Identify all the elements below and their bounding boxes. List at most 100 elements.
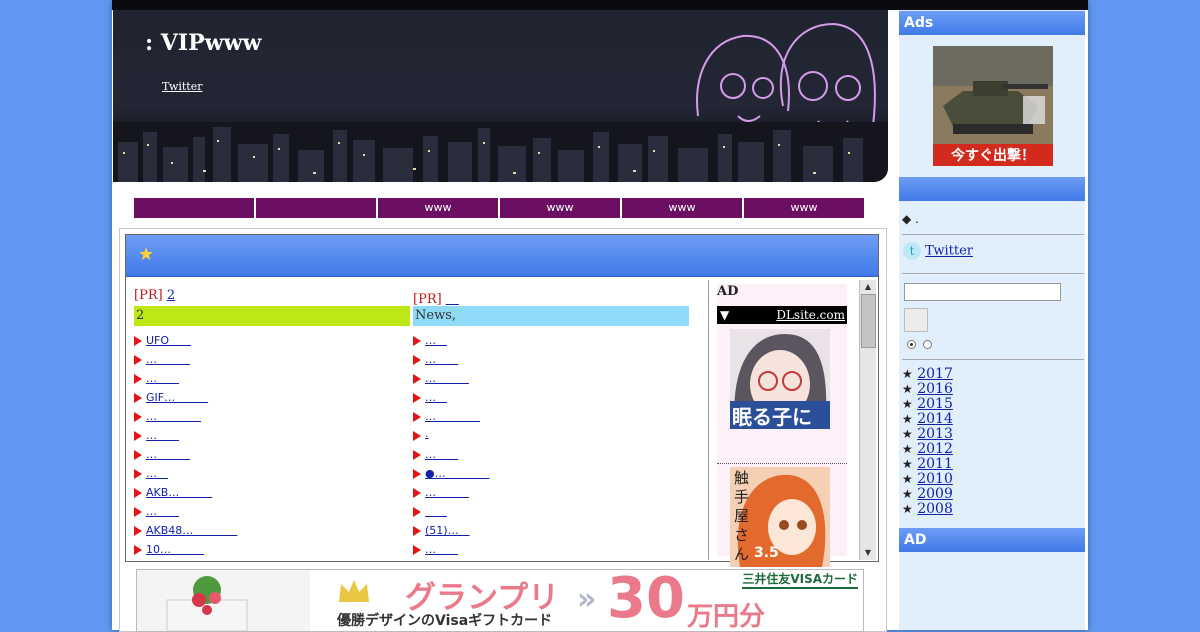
city-skyline	[113, 122, 888, 182]
vertical-scrollbar[interactable]: ▲ ▼	[859, 280, 876, 560]
arrow-right-icon	[413, 545, 421, 555]
search-input[interactable]	[904, 283, 1061, 301]
archive-year-link[interactable]: 2017	[917, 366, 953, 382]
list-link[interactable]: …	[425, 391, 447, 404]
content-header: ★	[126, 235, 878, 277]
list-item: ★ 2011	[902, 457, 953, 472]
arrow-right-icon	[134, 393, 142, 403]
archive-year-link[interactable]: 2015	[917, 396, 953, 412]
star-icon: ★	[902, 442, 913, 456]
tank-ad[interactable]: 今すぐ出撃！	[933, 46, 1053, 166]
search-button[interactable]	[904, 308, 928, 332]
list-link[interactable]: …	[146, 505, 179, 518]
list-link[interactable]	[425, 505, 447, 518]
archive-year-link[interactable]: 2013	[917, 426, 953, 442]
list-link[interactable]: GIF…	[146, 391, 208, 404]
archive-year-link[interactable]: 2014	[917, 411, 953, 427]
nav-tab-4[interactable]: www	[500, 198, 620, 218]
header-twitter-link[interactable]: Twitter	[162, 80, 203, 93]
top-bar	[112, 0, 1088, 10]
link-list: … … … … … . … ●… … (51)… …	[413, 332, 689, 560]
list-item: …	[134, 370, 410, 389]
star-icon: ★	[902, 457, 913, 471]
nav-tab-5[interactable]: www	[622, 198, 742, 218]
scroll-up-icon[interactable]: ▲	[860, 280, 876, 294]
archive-year-link[interactable]: 2016	[917, 381, 953, 397]
star-icon: ★	[902, 412, 913, 426]
list-item: …	[413, 541, 689, 560]
archive-year-link[interactable]: 2011	[917, 456, 953, 472]
arrow-right-icon	[134, 507, 142, 517]
list-link[interactable]: …	[146, 372, 179, 385]
archive-year-link[interactable]: 2008	[917, 501, 953, 517]
list-link[interactable]: AKB…	[146, 486, 212, 499]
arrow-right-icon	[413, 526, 421, 536]
list-item: …	[413, 351, 689, 370]
arrow-right-icon	[413, 393, 421, 403]
ad-thumbnail-1-caption: 眠る子に	[732, 405, 812, 429]
star-icon: ★	[138, 244, 155, 265]
search-radio-2[interactable]	[923, 340, 932, 349]
list-link[interactable]: …	[425, 334, 447, 347]
list-item: …	[413, 408, 689, 427]
archive-year-link[interactable]: 2012	[917, 441, 953, 457]
arrow-right-icon	[134, 450, 142, 460]
list-link[interactable]: …	[146, 448, 190, 461]
dlsite-bar[interactable]: ▼ DLsite.com	[717, 306, 847, 324]
arrow-right-icon	[134, 336, 142, 346]
archive-year-link[interactable]: 2009	[917, 486, 953, 502]
twitter-row[interactable]: t Twitter	[903, 242, 973, 260]
list-item: ★ 2013	[902, 427, 953, 442]
nav-tab-6[interactable]: www	[744, 198, 864, 218]
star-icon: ★	[902, 382, 913, 396]
arrow-right-icon	[413, 469, 421, 479]
pr-link[interactable]	[446, 292, 459, 307]
ad-column: AD ▼ DLsite.com 眠る子に 触手屋さん 3.5	[708, 280, 859, 567]
list-link[interactable]: AKB48…	[146, 524, 237, 537]
sidebar-twitter-link[interactable]: Twitter	[925, 244, 973, 259]
scroll-thumb[interactable]	[861, 294, 876, 348]
list-link[interactable]: 10…	[146, 543, 204, 556]
pr-link[interactable]: 2	[167, 288, 175, 303]
ad-thumbnail-2[interactable]: 触手屋さん 3.5	[730, 467, 830, 567]
list-item: …	[413, 370, 689, 389]
list-link[interactable]: …	[425, 486, 469, 499]
list-link[interactable]: …	[146, 467, 168, 480]
arrow-right-icon	[134, 412, 142, 422]
list-item: …	[134, 351, 410, 370]
site-title[interactable]: : VIPwww	[145, 30, 262, 56]
dlsite-link[interactable]: DLsite.com	[776, 306, 845, 324]
nav-tab-3[interactable]: www	[378, 198, 498, 218]
archive-year-list: ★ 2017 ★ 2016 ★ 2015 ★ 2014 ★ 2013 ★ 201…	[902, 367, 953, 517]
list-link[interactable]: …	[146, 429, 179, 442]
list-item: (51)…	[413, 522, 689, 541]
list-link[interactable]: …	[425, 448, 458, 461]
list-link[interactable]: ●…	[425, 467, 490, 480]
list-link[interactable]: UFO	[146, 334, 191, 347]
tank-ad-button[interactable]: 今すぐ出撃！	[933, 145, 1053, 165]
category-header: 2	[134, 306, 410, 326]
nav-tab-2[interactable]	[256, 198, 376, 218]
nav-tab-1[interactable]	[134, 198, 254, 218]
header-banner: : VIPwww Twitter	[113, 10, 888, 182]
list-link[interactable]: …	[425, 410, 480, 423]
twitter-icon: t	[903, 242, 921, 260]
list-item: ★ 2016	[902, 382, 953, 397]
visa-ad-banner[interactable]: グランプリ 優勝デザインのVisaギフトカード » 30 万円分 三井住友VIS…	[136, 569, 864, 632]
list-link[interactable]: …	[425, 353, 458, 366]
list-item: 10…	[134, 541, 410, 560]
list-link[interactable]: …	[425, 543, 458, 556]
search-radio-1[interactable]	[907, 340, 916, 349]
list-item: …	[134, 503, 410, 522]
list-link[interactable]: …	[425, 372, 469, 385]
arrow-right-icon	[134, 355, 142, 365]
list-link[interactable]: …	[146, 410, 201, 423]
ads-heading: Ads	[899, 11, 1085, 35]
list-link[interactable]: .	[425, 427, 429, 440]
list-link[interactable]: (51)…	[425, 524, 470, 537]
ad-thumbnail-1[interactable]: 眠る子に	[730, 329, 830, 429]
list-link[interactable]: …	[146, 353, 190, 366]
scroll-down-icon[interactable]: ▼	[860, 546, 876, 560]
archive-year-link[interactable]: 2010	[917, 471, 953, 487]
ad-amount: 30	[607, 569, 685, 631]
